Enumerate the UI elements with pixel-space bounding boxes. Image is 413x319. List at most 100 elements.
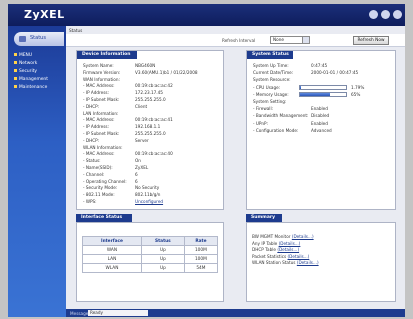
sidebar-tab-status[interactable]: Status bbox=[14, 32, 64, 46]
device-info-value: 6 bbox=[135, 178, 138, 184]
refresh-now-button[interactable]: Refresh Now bbox=[353, 36, 389, 45]
help-icon[interactable] bbox=[381, 10, 390, 19]
column-header-rate: Rate bbox=[183, 236, 219, 246]
sidebar-item-label: Maintenance bbox=[19, 85, 48, 90]
chevron-down-icon bbox=[302, 37, 309, 43]
device-info-label: LAN Information: bbox=[83, 110, 119, 116]
sidebar-item-security[interactable]: Security bbox=[14, 69, 37, 74]
device-info-label: - Operating Channel: bbox=[83, 178, 127, 184]
refresh-interval-value: None bbox=[273, 37, 284, 42]
top-header: ZyXEL bbox=[8, 4, 405, 26]
refresh-interval-select[interactable]: None bbox=[270, 36, 310, 44]
details-link[interactable]: (Details...) bbox=[292, 234, 314, 239]
system-status-label: - CPU Usage: bbox=[253, 84, 281, 90]
system-status-value: Disabled bbox=[311, 113, 330, 119]
logout-icon[interactable] bbox=[393, 10, 402, 19]
usage-bar-fill bbox=[300, 92, 330, 96]
status-cell: Up bbox=[140, 245, 185, 255]
device-info-label: Firmware Version: bbox=[83, 69, 121, 75]
sidebar-item-management[interactable]: Management bbox=[14, 77, 48, 82]
table-row: LAN Up 100M bbox=[82, 254, 219, 264]
interface-status-panel: Interface Status Interface Status Rate W… bbox=[76, 214, 224, 302]
system-status-panel: System Status System Up Time: 0:47:45 Curr… bbox=[246, 50, 396, 210]
details-link[interactable]: (Details...) bbox=[288, 254, 310, 259]
device-info-label: - Name(SSID): bbox=[83, 165, 113, 170]
device-info-value: 192.168.1.1 bbox=[135, 124, 161, 130]
usage-percent: 1.79% bbox=[351, 84, 365, 90]
message-bar: Message Ready bbox=[66, 309, 405, 317]
details-link[interactable]: (Details...) bbox=[279, 241, 301, 246]
sidebar: Status MENU Network Security Management … bbox=[8, 26, 66, 317]
status-cell: Up bbox=[140, 263, 185, 273]
breadcrumb: Status bbox=[69, 28, 83, 33]
sidebar-item-label: Network bbox=[19, 61, 38, 66]
device-info-value: 00:19:cb:ac:ac:40 bbox=[135, 151, 173, 157]
screen: ZyXEL Status MENU Network Security Manag… bbox=[8, 4, 405, 317]
device-info-value: 802.11b/g/n bbox=[135, 192, 161, 198]
system-status-label: - Bandwidth Management: bbox=[253, 113, 309, 119]
bullet-icon bbox=[14, 53, 17, 56]
bullet-icon bbox=[14, 61, 17, 64]
bullet-icon bbox=[14, 69, 17, 72]
interface-cell: WAN bbox=[82, 245, 142, 255]
interface-cell: LAN bbox=[82, 254, 142, 264]
sidebar-item-maintenance[interactable]: Maintenance bbox=[14, 85, 47, 90]
summary-item: Packet Statistics (Details...) bbox=[252, 254, 309, 259]
zyxel-logo: ZyXEL bbox=[24, 8, 65, 21]
device-info-label: - DHCP: bbox=[83, 103, 100, 109]
device-info-label: - Security Mode: bbox=[83, 185, 118, 191]
device-information-title: Device Information bbox=[77, 51, 137, 59]
table-row: WAN Up 100M bbox=[82, 245, 219, 255]
status-cell: Up bbox=[140, 254, 185, 264]
summary-item: BW MGMT Monitor (Details...) bbox=[252, 234, 314, 239]
interface-status-title: Interface Status bbox=[76, 214, 132, 222]
rate-cell: 100M bbox=[183, 245, 219, 255]
system-status-value: 0:47:45 bbox=[311, 63, 328, 68]
system-status-title: System Status bbox=[247, 51, 293, 59]
summary-item-label: Packet Statistics bbox=[252, 253, 287, 259]
system-status-label: System Setting: bbox=[253, 99, 287, 104]
interface-cell: WLAN bbox=[82, 263, 142, 273]
device-info-value: V3.60(AMU.1)b1 / 01/22/2008 bbox=[135, 69, 198, 75]
usage-bar bbox=[299, 84, 347, 90]
summary-item-label: Any IP Table bbox=[252, 240, 278, 246]
device-info-value[interactable]: Unconfigured bbox=[135, 199, 163, 204]
details-link[interactable]: (Details...) bbox=[277, 247, 299, 252]
system-status-value: Advanced bbox=[311, 127, 332, 133]
summary-item-label: DHCP Table bbox=[252, 247, 276, 253]
system-status-value: Enabled bbox=[311, 106, 328, 112]
sidebar-tab-label: Status bbox=[30, 35, 46, 41]
sidebar-item-menu[interactable]: MENU bbox=[14, 53, 32, 58]
main-content: Status Refresh Interval None Refresh Now… bbox=[66, 26, 405, 317]
device-info-label: - IP Address: bbox=[83, 90, 110, 96]
system-status-label: System Up Time: bbox=[253, 63, 289, 68]
sidebar-item-label: MENU bbox=[19, 53, 33, 58]
device-info-label: WAN Information: bbox=[83, 76, 120, 82]
system-status-label: Current Date/Time: bbox=[253, 70, 294, 76]
device-info-value: 255.255.255.0 bbox=[135, 131, 166, 136]
summary-item: Any IP Table (Details...) bbox=[252, 241, 300, 246]
device-info-label: - DHCP: bbox=[83, 137, 100, 143]
sidebar-item-label: Security bbox=[19, 69, 38, 74]
system-status-label: - Firewall: bbox=[253, 106, 274, 112]
column-header-status: Status bbox=[140, 236, 185, 246]
system-status-label: - Configuration Mode: bbox=[253, 127, 299, 133]
device-info-label: - MAC Address: bbox=[83, 83, 115, 89]
summary-item-label: WLAN Station Status bbox=[252, 260, 296, 266]
wizard-icon[interactable] bbox=[369, 10, 378, 19]
message-label: Message bbox=[70, 311, 89, 316]
usage-percent: 65% bbox=[351, 91, 361, 97]
device-info-label: WLAN Information: bbox=[83, 144, 123, 150]
status-icon bbox=[19, 36, 26, 42]
device-info-value: NBG460N bbox=[135, 63, 156, 68]
sidebar-item-network[interactable]: Network bbox=[14, 61, 37, 66]
device-info-label: - Channel: bbox=[83, 171, 105, 177]
device-info-label: - IP Subnet Mask: bbox=[83, 97, 120, 102]
rate-cell: 54M bbox=[183, 263, 219, 273]
device-info-value: 00:19:cb:ac:ac:42 bbox=[135, 83, 173, 89]
device-info-label: - WPS: bbox=[83, 199, 97, 204]
device-info-value: 255.255.255.0 bbox=[135, 97, 166, 102]
details-link[interactable]: (Details...) bbox=[297, 260, 319, 265]
message-value: Ready bbox=[88, 310, 148, 316]
system-status-label: System Resource: bbox=[253, 77, 291, 83]
